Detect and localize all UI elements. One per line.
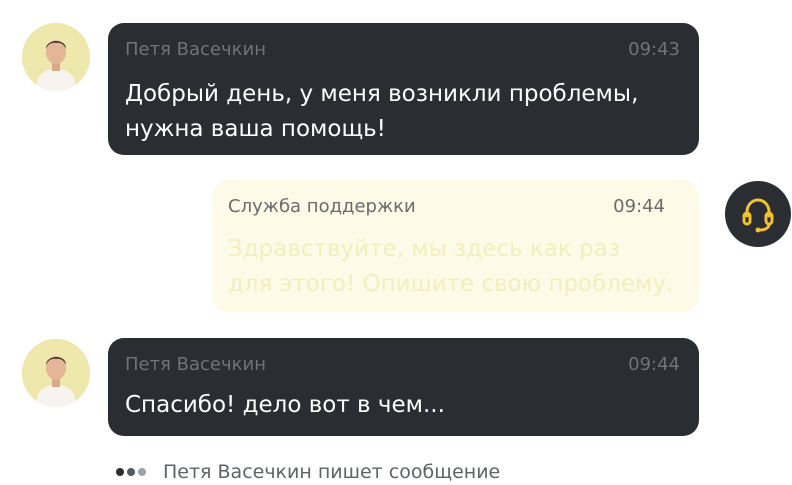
message-time: 09:43: [628, 39, 680, 60]
avatar: [22, 23, 90, 91]
message-time: 09:44: [628, 354, 680, 375]
message-text: Здравствуйте, мы здесь как раз для этого…: [228, 236, 674, 297]
message-text: Добрый день, у меня возникли проблемы, н…: [125, 81, 639, 142]
avatar: [22, 339, 90, 407]
typing-dots-icon: [116, 468, 149, 476]
headset-icon: [742, 198, 774, 233]
message-bubble: Петя Васечкин 09:44 Спасибо! дело вот в …: [108, 338, 699, 436]
support-avatar: [725, 181, 791, 247]
typing-indicator: Петя Васечкин пишет сообщение: [116, 459, 500, 485]
message-bubble: Петя Васечкин 09:43 Добрый день, у меня …: [108, 23, 699, 155]
typing-text: Петя Васечкин пишет сообщение: [163, 461, 501, 483]
support-message-bubble: Служба поддержки 09:44 Здравствуйте, мы …: [212, 180, 699, 312]
message-author: Служба поддержки: [228, 196, 416, 217]
message-time: 09:44: [613, 196, 665, 217]
message-text: Спасибо! дело вот в чем...: [125, 392, 445, 418]
message-author: Петя Васечкин: [125, 354, 266, 375]
message-author: Петя Васечкин: [125, 39, 266, 60]
